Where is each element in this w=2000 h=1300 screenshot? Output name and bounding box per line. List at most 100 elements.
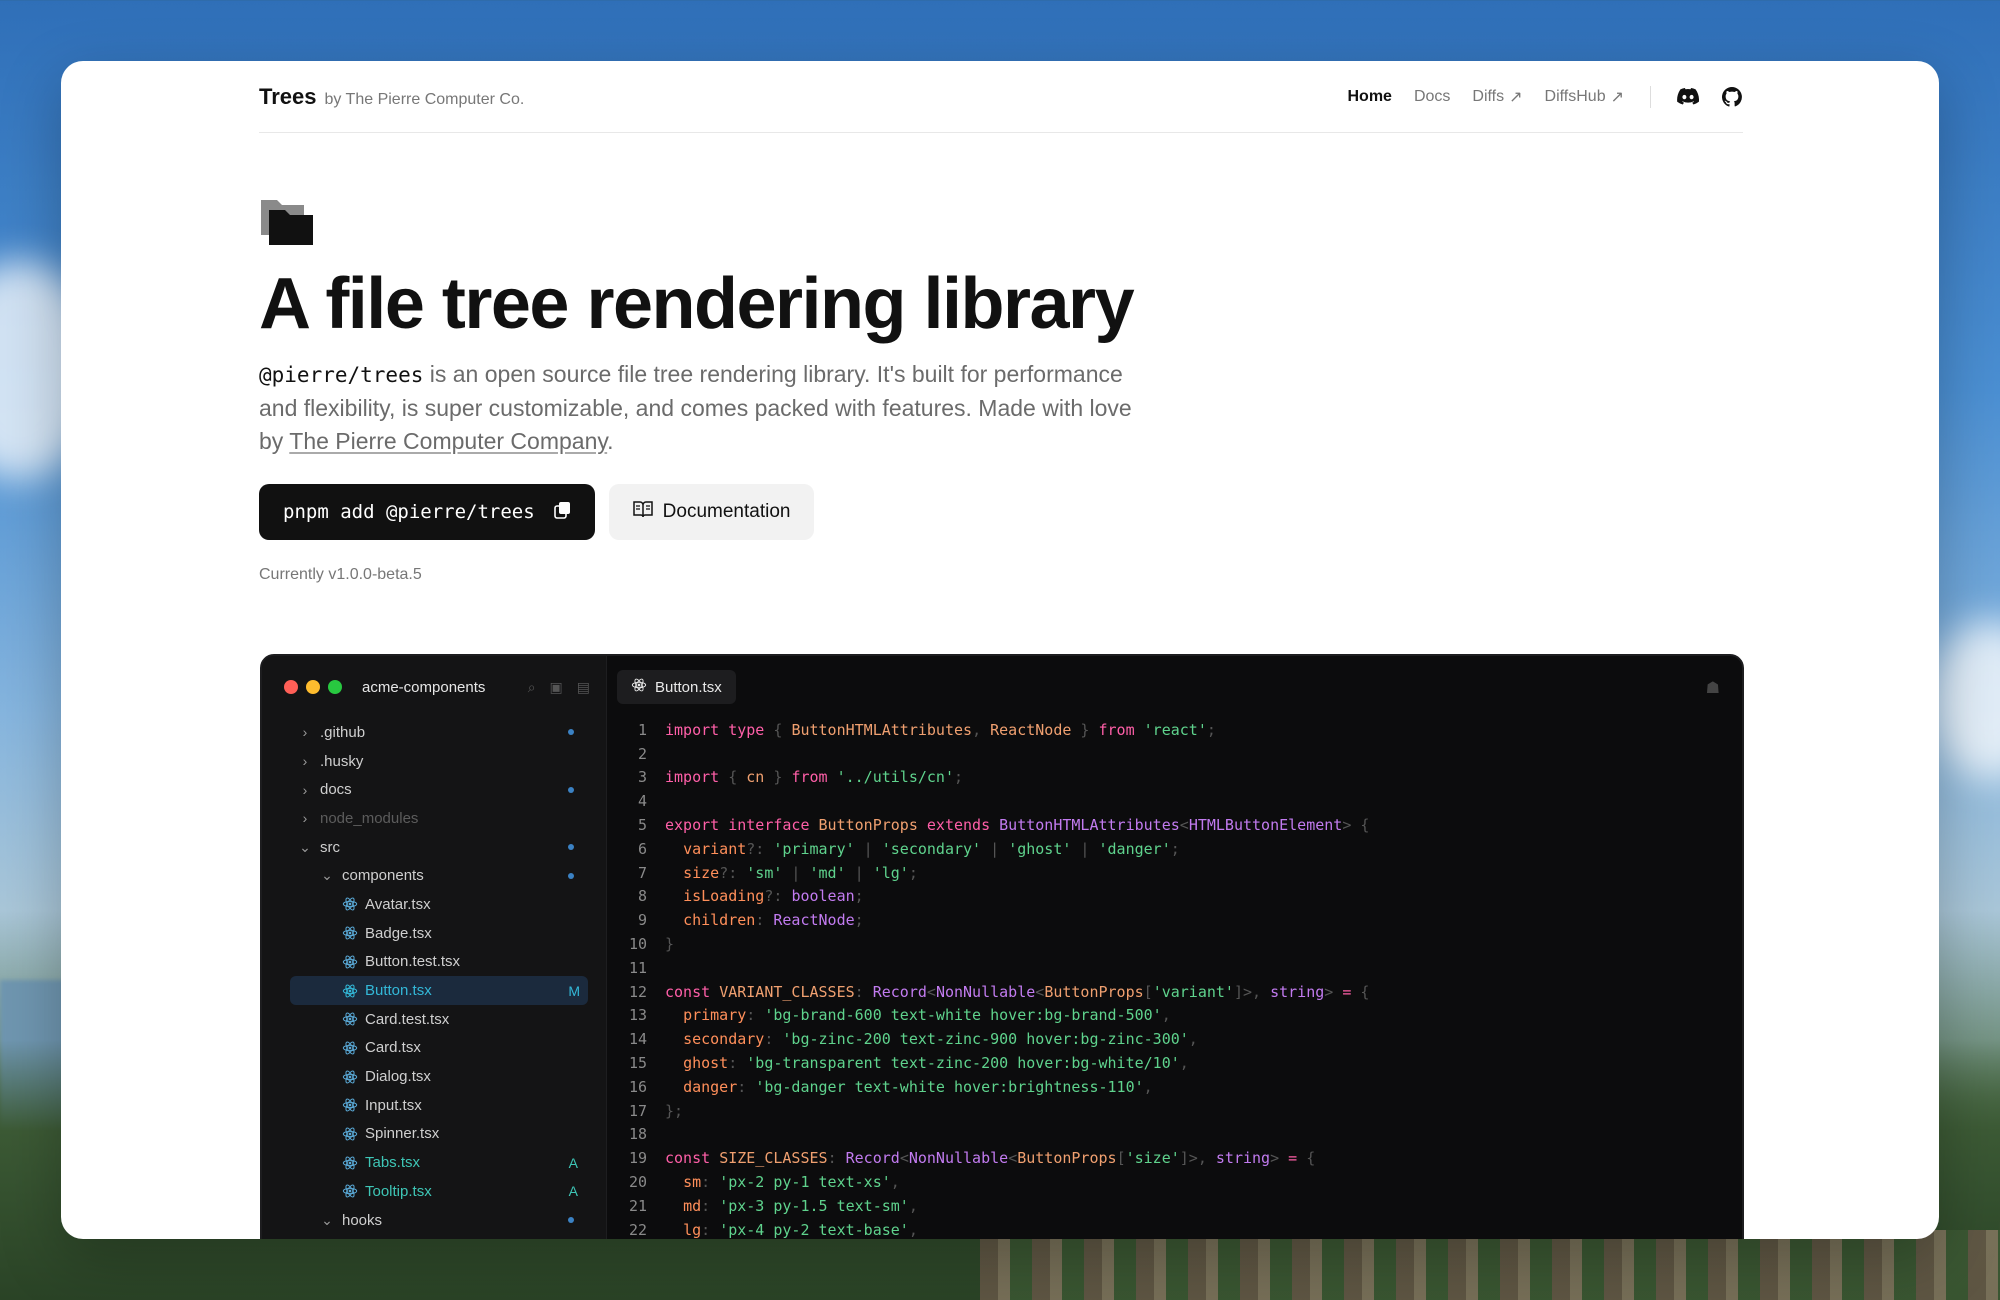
code-line: 8 isLoading?: boolean; <box>607 885 1742 909</box>
nav-home-label: Home <box>1347 87 1392 105</box>
code-token: 'md' <box>809 863 846 882</box>
nav-home[interactable]: Home <box>1348 88 1392 106</box>
brand-name[interactable]: Trees <box>259 84 317 110</box>
tree-file[interactable]: Card.tsx <box>262 1034 606 1063</box>
maximize-window-dot[interactable] <box>328 680 342 694</box>
site-header: Trees by The Pierre Computer Co. Home Do… <box>259 61 1743 133</box>
code-token: } <box>665 935 675 954</box>
code-token: const <box>665 1149 720 1168</box>
chevron-down-icon: ⌄ <box>321 1211 333 1228</box>
tree-file[interactable]: Dialog.tsx <box>262 1062 606 1091</box>
tab-button-tsx[interactable]: Button.tsx <box>617 670 736 704</box>
company-link[interactable]: The Pierre Computer Company <box>289 428 607 454</box>
code-token: 'lg' <box>872 863 909 882</box>
discord-icon[interactable] <box>1677 86 1699 108</box>
tree-folder[interactable]: › .github <box>262 718 606 747</box>
line-number: 18 <box>628 1125 647 1144</box>
code-token: [ <box>1116 1149 1126 1168</box>
tree-file[interactable]: Button.test.tsx <box>262 948 606 977</box>
tree-folder[interactable]: › node_modules <box>262 804 606 833</box>
tree-folder[interactable]: › .husky <box>262 747 606 776</box>
change-dot-icon <box>568 729 574 736</box>
documentation-button[interactable]: Documentation <box>608 484 815 540</box>
react-icon <box>631 677 647 697</box>
tree-file[interactable]: Badge.tsx <box>262 919 606 948</box>
tree-item-label: .husky <box>320 752 364 770</box>
code-token: isLoading <box>683 887 765 906</box>
line-number: 5 <box>637 816 647 835</box>
tree-file[interactable]: Card.test.tsx <box>262 1005 606 1034</box>
github-icon[interactable] <box>1721 86 1743 108</box>
code-token: > { <box>1342 816 1370 835</box>
code-token: : <box>701 1196 720 1215</box>
tree-item-label: docs <box>320 781 352 799</box>
code-token: , <box>908 1196 918 1215</box>
code-token: , <box>890 1173 900 1192</box>
code-token: , <box>1179 1054 1189 1073</box>
tree-item-label: src <box>320 838 340 856</box>
tree-item-label: Avatar.tsx <box>365 895 431 913</box>
code-token: { <box>728 768 747 787</box>
code-token: ReactNode <box>990 720 1072 739</box>
main-nav: Home Docs Diffs ↗ DiffsHub ↗ <box>1348 85 1744 108</box>
code-token: : <box>854 982 873 1001</box>
line-number: 10 <box>628 935 647 954</box>
documentation-label: Documentation <box>662 501 791 522</box>
code-token: = <box>1288 1149 1307 1168</box>
nav-docs[interactable]: Docs <box>1414 88 1450 106</box>
code-token: extends <box>926 816 1000 835</box>
search-icon[interactable]: ⌕ <box>528 679 536 696</box>
new-folder-icon[interactable]: ▤ <box>577 679 590 696</box>
code-token: = <box>1342 982 1361 1001</box>
copy-icon[interactable] <box>553 500 573 525</box>
tree-folder[interactable]: ⌄ hooks <box>262 1206 606 1235</box>
close-window-dot[interactable] <box>284 680 298 694</box>
line-number: 15 <box>628 1054 647 1073</box>
brand[interactable]: Trees by The Pierre Computer Co. <box>259 84 524 110</box>
git-status-badge: A <box>568 1183 578 1200</box>
react-icon <box>342 1155 365 1171</box>
tree-file[interactable]: Tabs.tsx A <box>262 1148 606 1177</box>
tree-folder[interactable]: ⌄ components <box>262 861 606 890</box>
code-token: < <box>1179 816 1189 835</box>
tree-file[interactable]: Avatar.tsx <box>262 890 606 919</box>
code-token: , <box>1143 1077 1153 1096</box>
code-token: Record <box>872 982 927 1001</box>
tree-file[interactable]: Tooltip.tsx A <box>262 1177 606 1206</box>
tree-folder[interactable]: ⌄ src <box>262 833 606 862</box>
tree-file[interactable]: Spinner.tsx <box>262 1120 606 1149</box>
minimize-window-dot[interactable] <box>306 680 320 694</box>
code-token: : <box>827 1149 846 1168</box>
chevron-right-icon: › <box>302 724 308 741</box>
tree-file[interactable]: Button.tsx M <box>290 976 588 1005</box>
tree-item-label: Input.tsx <box>365 1096 422 1114</box>
new-file-icon[interactable]: ▣ <box>550 679 563 696</box>
code-token: SIZE_CLASSES <box>719 1149 828 1168</box>
tree-item-label: Tabs.tsx <box>365 1154 421 1172</box>
line-number: 11 <box>628 958 647 977</box>
line-number: 20 <box>628 1173 647 1192</box>
change-dot-icon <box>568 1217 574 1224</box>
settings-icon[interactable]: ☗ <box>1706 678 1720 698</box>
install-command-button[interactable]: pnpm add @pierre/trees <box>259 484 595 540</box>
tree-item-label: hooks <box>342 1211 383 1229</box>
tree-file[interactable]: Input.tsx <box>262 1091 606 1120</box>
code-token: : <box>701 1220 720 1239</box>
nav-diffshub[interactable]: DiffsHub ↗ <box>1545 87 1624 107</box>
code-line: 15 ghost: 'bg-transparent text-zinc-200 … <box>607 1051 1742 1075</box>
tree-folder[interactable]: › docs <box>262 775 606 804</box>
tree-item-label: Card.test.tsx <box>365 1010 450 1028</box>
line-number: 12 <box>628 982 647 1001</box>
code-token: string <box>1270 982 1325 1001</box>
code-token: ButtonProps <box>1017 1149 1117 1168</box>
nav-diffs[interactable]: Diffs ↗ <box>1472 87 1522 107</box>
code-token: { <box>1360 982 1370 1001</box>
code-line: 10} <box>607 932 1742 956</box>
git-status-badge: A <box>568 1154 578 1171</box>
cloud-decoration <box>1930 620 2000 780</box>
